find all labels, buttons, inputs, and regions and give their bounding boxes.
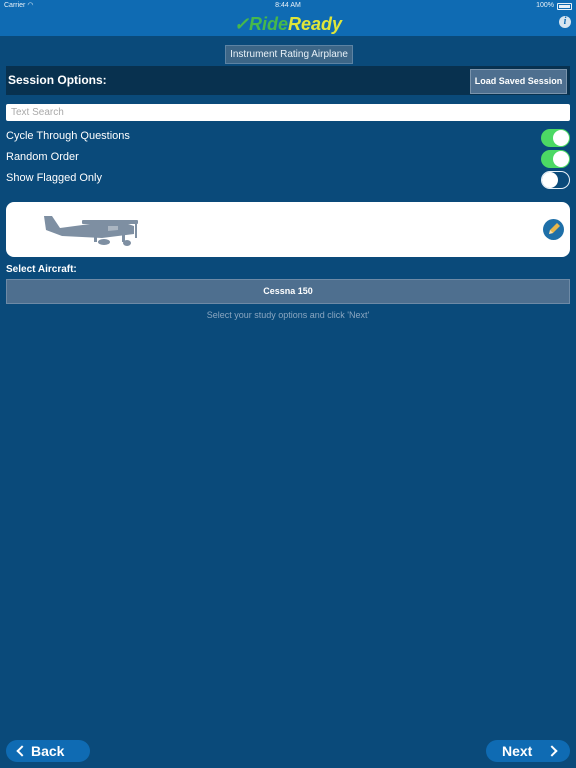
option-cycle-questions: Cycle Through Questions bbox=[6, 129, 570, 149]
aircraft-card bbox=[6, 202, 570, 257]
chevron-left-icon bbox=[16, 745, 28, 757]
session-options-bar: Session Options: Load Saved Session bbox=[6, 66, 570, 95]
instruction-hint: Select your study options and click 'Nex… bbox=[206, 310, 370, 320]
show-flagged-toggle[interactable] bbox=[541, 171, 570, 189]
next-label: Next bbox=[502, 743, 533, 759]
subject-title[interactable]: Instrument Rating Airplane bbox=[225, 45, 353, 64]
option-label: Cycle Through Questions bbox=[6, 130, 130, 142]
airplane-icon bbox=[44, 216, 138, 246]
back-button[interactable]: Back bbox=[6, 740, 90, 762]
logo-ride: Ride bbox=[249, 14, 289, 34]
aircraft-select-button[interactable]: Cessna 150 bbox=[6, 279, 570, 304]
edit-aircraft-button[interactable] bbox=[543, 219, 564, 240]
pencil-icon bbox=[549, 223, 560, 234]
select-aircraft-label: Select Aircraft: bbox=[6, 264, 77, 275]
battery-status: 100% bbox=[536, 0, 572, 12]
ride-ready-logo: ✓RideReady bbox=[0, 13, 576, 35]
status-bar: Carrier ◠ 8:44 AM 100% bbox=[0, 0, 576, 12]
battery-icon bbox=[557, 2, 572, 10]
cycle-questions-toggle[interactable] bbox=[541, 129, 570, 147]
status-time: 8:44 AM bbox=[275, 2, 301, 9]
logo-ready: Ready bbox=[288, 14, 343, 34]
option-label: Show Flagged Only bbox=[6, 172, 102, 184]
option-random-order: Random Order bbox=[6, 150, 570, 170]
option-label: Random Order bbox=[6, 151, 79, 163]
battery-percent: 100% bbox=[536, 2, 554, 9]
chevron-right-icon bbox=[546, 745, 558, 757]
random-order-toggle[interactable] bbox=[541, 150, 570, 168]
search-input[interactable] bbox=[6, 104, 570, 121]
next-button[interactable]: Next bbox=[486, 740, 570, 762]
logo-check: ✓ bbox=[233, 14, 250, 34]
app-header: ✓RideReady bbox=[0, 12, 576, 36]
load-saved-session-button[interactable]: Load Saved Session bbox=[470, 69, 567, 94]
back-label: Back bbox=[31, 743, 65, 759]
info-icon[interactable]: i bbox=[559, 16, 571, 28]
session-options-title: Session Options: bbox=[8, 73, 107, 87]
option-show-flagged: Show Flagged Only bbox=[6, 171, 570, 191]
